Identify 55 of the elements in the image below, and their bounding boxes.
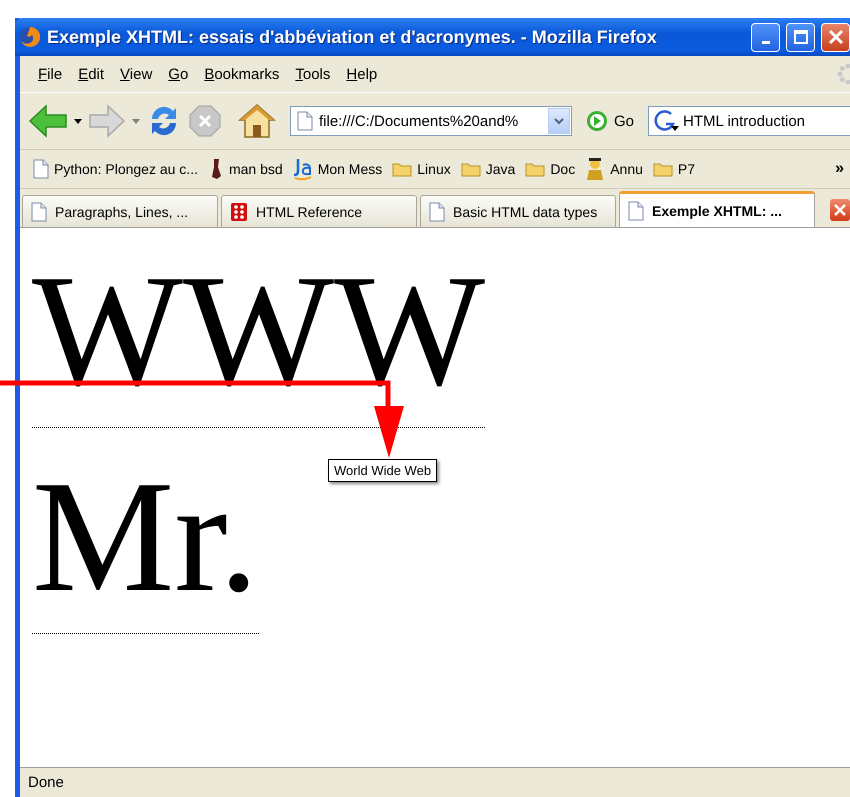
close-button[interactable] bbox=[821, 22, 850, 52]
bookmark-item[interactable]: man bsd bbox=[204, 156, 286, 182]
bookmark-item[interactable]: Annu bbox=[582, 155, 646, 183]
dots-icon bbox=[230, 202, 248, 222]
folder-icon bbox=[525, 161, 546, 177]
status-text: Done bbox=[28, 774, 64, 791]
close-icon bbox=[828, 29, 844, 45]
maximize-icon bbox=[792, 29, 808, 45]
tab[interactable]: Exemple XHTML: ... bbox=[619, 191, 815, 227]
search-field[interactable]: HTML introduction bbox=[648, 106, 850, 136]
close-tab-button[interactable] bbox=[830, 199, 850, 221]
bookmark-item[interactable]: Doc bbox=[522, 159, 578, 179]
window-title: Exemple XHTML: essais d'abbéviation et d'acronymes. - Mozilla Firefox bbox=[47, 26, 658, 48]
page-icon bbox=[33, 159, 49, 179]
folder-icon bbox=[460, 161, 481, 177]
address-field[interactable]: file:///C:/Documents%20and% bbox=[290, 106, 572, 136]
close-icon bbox=[834, 204, 846, 216]
tab[interactable]: HTML Reference bbox=[221, 195, 417, 227]
chevron-icon bbox=[554, 118, 564, 124]
page-icon bbox=[31, 202, 47, 222]
go-icon[interactable] bbox=[586, 110, 608, 132]
tab[interactable]: Paragraphs, Lines, ... bbox=[22, 195, 218, 227]
minimize-icon bbox=[762, 40, 770, 44]
menu-item[interactable]: Help bbox=[338, 64, 386, 84]
bookmark-item[interactable]: P7 bbox=[650, 159, 698, 179]
caret-icon[interactable] bbox=[74, 118, 82, 124]
menu-item[interactable]: File bbox=[30, 64, 70, 84]
maximize-button[interactable] bbox=[786, 22, 815, 52]
menu-item[interactable]: Bookmarks bbox=[196, 64, 288, 84]
page-icon bbox=[628, 200, 644, 220]
stop-button[interactable] bbox=[188, 104, 222, 138]
folder-icon bbox=[652, 161, 673, 177]
java-logo-icon bbox=[292, 157, 313, 181]
home-button[interactable] bbox=[238, 103, 276, 139]
go-label[interactable]: Go bbox=[614, 112, 634, 130]
dropdown-button[interactable] bbox=[548, 108, 570, 134]
bookmark-item[interactable]: Python: Plongez au c... bbox=[30, 157, 201, 181]
menu-item[interactable]: Edit bbox=[70, 64, 112, 84]
abbreviation: Mr. bbox=[32, 448, 259, 634]
back-button[interactable] bbox=[28, 104, 68, 138]
menu-item[interactable]: Tools bbox=[287, 64, 338, 84]
menu-item[interactable]: Go bbox=[160, 64, 196, 84]
page-icon bbox=[429, 202, 445, 222]
tab[interactable]: Basic HTML data types bbox=[420, 195, 616, 227]
tooltip: World Wide Web bbox=[328, 459, 438, 482]
firefox-logo-icon bbox=[19, 26, 41, 48]
more-bookmarks-button[interactable]: » bbox=[835, 160, 844, 178]
character-icon bbox=[585, 157, 606, 181]
page-icon bbox=[297, 111, 313, 131]
bookmark-item[interactable]: Linux bbox=[389, 159, 454, 179]
folder-icon bbox=[392, 161, 412, 177]
bookmark-item[interactable]: Java bbox=[458, 159, 518, 179]
bookmark-item[interactable]: Mon Mess bbox=[290, 155, 386, 183]
menu-item[interactable]: View bbox=[112, 64, 160, 84]
minimize-button[interactable] bbox=[751, 22, 780, 52]
